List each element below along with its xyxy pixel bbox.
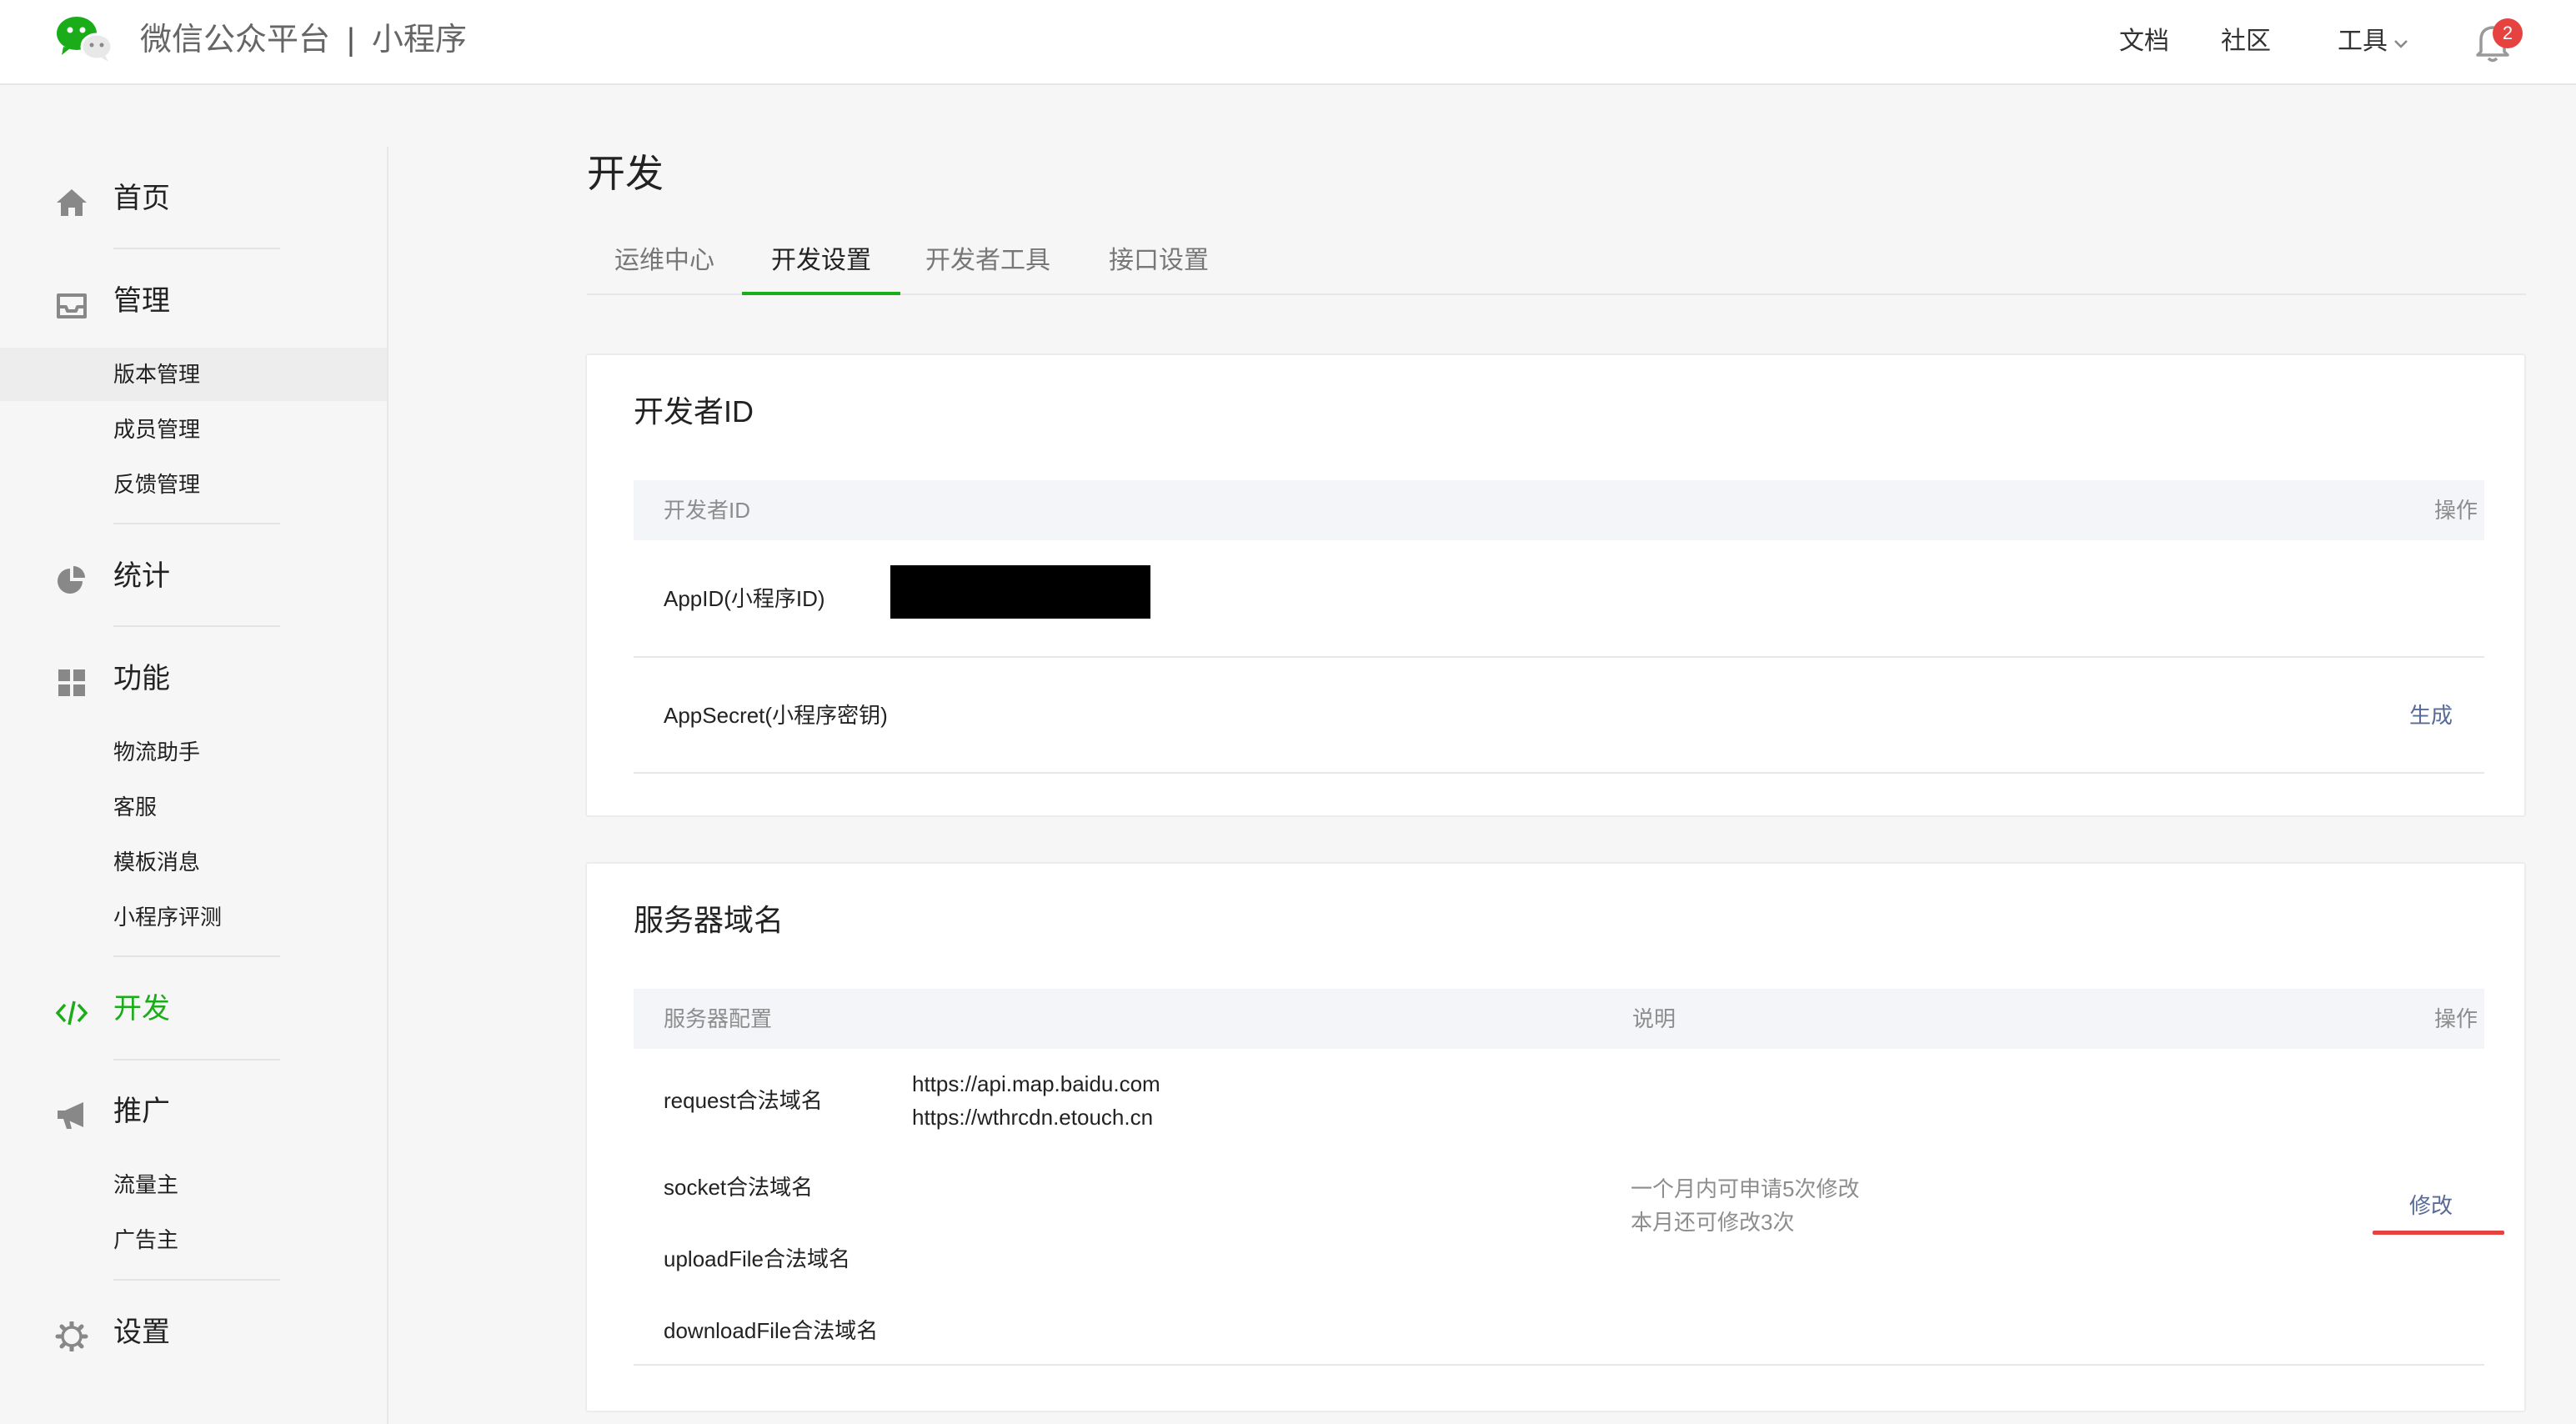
modify-limit-note: 一个月内可申请5次修改: [1631, 1176, 1860, 1201]
sidebar-divider: [113, 1059, 280, 1060]
sidebar-item-label: 模板消息: [113, 850, 201, 875]
sidebar-item-manage[interactable]: 管理: [0, 276, 387, 326]
sidebar-item-label: 广告主: [113, 1227, 179, 1252]
sidebar-item-label: 物流助手: [113, 740, 201, 765]
sidebar-item-label: 成员管理: [113, 417, 201, 442]
brand-separator: |: [347, 23, 355, 58]
sidebar-item-home[interactable]: 首页: [0, 173, 387, 223]
server-domain-table-header: 服务器配置 说明 操作: [634, 989, 2484, 1049]
appid-label: AppID(小程序ID): [664, 586, 825, 611]
nav-community-link[interactable]: 社区: [2221, 20, 2271, 63]
sidebar-item-version-management[interactable]: 版本管理: [0, 348, 387, 401]
modify-domain-link[interactable]: 修改: [2409, 1189, 2453, 1222]
header-developer-id: 开发者ID: [664, 498, 751, 523]
sidebar-item-statistics[interactable]: 统计: [0, 551, 387, 601]
wechat-logo-icon[interactable]: [55, 15, 113, 62]
request-domain-value: https://wthrcdn.etouch.cn: [912, 1105, 1154, 1130]
header-server-config: 服务器配置: [664, 1006, 773, 1031]
sidebar-item-label: 开发: [113, 993, 170, 1025]
tab-interface-settings[interactable]: 接口设置: [1075, 233, 1242, 295]
developer-id-table-header: 开发者ID 操作: [634, 480, 2484, 540]
home-icon: [55, 183, 88, 216]
megaphone-icon: [55, 1096, 88, 1129]
nav-tools-label: 工具: [2338, 28, 2388, 55]
notification-badge: 2: [2493, 18, 2523, 48]
page-title: 开发: [587, 152, 664, 195]
sidebar-divider: [113, 625, 280, 627]
socket-domain-label: socket合法域名: [664, 1175, 814, 1200]
sidebar-item-label: 设置: [113, 1316, 170, 1348]
sidebar-item-label: 小程序评测: [113, 905, 223, 930]
downloadfile-domain-label: downloadFile合法域名: [664, 1318, 879, 1343]
sidebar-item-label: 版本管理: [113, 362, 201, 387]
tab-development-settings[interactable]: 开发设置: [742, 233, 900, 295]
header-action: 操作: [2434, 1006, 2478, 1031]
row-divider: [634, 772, 2484, 774]
row-divider: [634, 1364, 2484, 1366]
modify-remaining-note: 本月还可修改3次: [1631, 1210, 1795, 1235]
sidebar-item-label: 推广: [113, 1096, 170, 1127]
tab-developer-tools[interactable]: 开发者工具: [900, 233, 1075, 295]
sidebar-item-label: 反馈管理: [113, 472, 201, 497]
developer-id-card: 开发者ID 开发者ID 操作 AppID(小程序ID) AppSecret(小程…: [585, 353, 2526, 817]
header-action: 操作: [2434, 498, 2478, 523]
sidebar-item-miniprogram-evaluation[interactable]: 小程序评测: [0, 890, 387, 944]
sidebar-divider: [113, 248, 280, 249]
uploadfile-domain-label: uploadFile合法域名: [664, 1246, 850, 1271]
nav-docs-link[interactable]: 文档: [2119, 20, 2169, 63]
sidebar-item-label: 首页: [113, 183, 170, 214]
generate-secret-link[interactable]: 生成: [2409, 699, 2453, 732]
sidebar-item-customer-service[interactable]: 客服: [0, 780, 387, 834]
appid-redacted-value: [890, 565, 1150, 619]
chevron-down-icon: [2393, 21, 2409, 64]
sidebar-item-template-message[interactable]: 模板消息: [0, 835, 387, 889]
sidebar-item-label: 功能: [113, 663, 170, 694]
appsecret-label: AppSecret(小程序密钥): [664, 703, 888, 728]
sidebar-item-label: 客服: [113, 795, 158, 820]
modify-highlight-underline: [2373, 1231, 2504, 1235]
nav-tools-menu[interactable]: 工具: [2338, 20, 2409, 63]
sidebar-item-logistics-assistant[interactable]: 物流助手: [0, 725, 387, 779]
sidebar-item-label: 流量主: [113, 1172, 179, 1197]
sidebar-divider: [113, 1279, 280, 1281]
brand-product: 小程序: [371, 23, 467, 58]
header-description: 说明: [1632, 1006, 1676, 1031]
inbox-icon: [55, 286, 88, 318]
sidebar-item-advertiser[interactable]: 广告主: [0, 1213, 387, 1266]
sidebar-item-features[interactable]: 功能: [0, 654, 387, 704]
top-bar: 微信公众平台 | 小程序 文档 社区 工具 2: [0, 0, 2576, 85]
sidebar-item-promotion[interactable]: 推广: [0, 1086, 387, 1136]
server-domain-card: 服务器域名 服务器配置 说明 操作 request合法域名 https://ap…: [585, 862, 2526, 1412]
sidebar-item-traffic-owner[interactable]: 流量主: [0, 1158, 387, 1211]
sidebar: 首页 管理 版本管理 成员管理 反馈管理 统计 功能 物流助手 客服 模板消息 …: [0, 147, 388, 1424]
server-domain-title: 服务器域名: [634, 903, 784, 937]
sidebar-divider: [113, 523, 280, 524]
gear-icon: [55, 1317, 88, 1353]
sidebar-item-development[interactable]: 开发: [0, 984, 387, 1034]
request-domain-label: request合法域名: [664, 1088, 823, 1113]
request-domain-value: https://api.map.baidu.com: [912, 1071, 1160, 1096]
tab-bar: 运维中心 开发设置 开发者工具 接口设置: [587, 233, 2526, 295]
tab-operations-center[interactable]: 运维中心: [587, 233, 742, 295]
brand-name: 微信公众平台: [140, 23, 331, 58]
sidebar-item-member-management[interactable]: 成员管理: [0, 403, 387, 456]
sidebar-item-label: 统计: [113, 560, 170, 592]
pie-chart-icon: [55, 561, 88, 594]
code-icon: [55, 994, 88, 1025]
row-divider: [634, 656, 2484, 658]
sidebar-item-settings[interactable]: 设置: [0, 1307, 387, 1357]
sidebar-item-feedback-management[interactable]: 反馈管理: [0, 458, 387, 511]
brand-title[interactable]: 微信公众平台 | 小程序: [140, 17, 467, 63]
sidebar-divider: [113, 955, 280, 957]
sidebar-item-label: 管理: [113, 285, 170, 317]
developer-id-title: 开发者ID: [634, 394, 754, 429]
grid-icon: [55, 664, 88, 696]
